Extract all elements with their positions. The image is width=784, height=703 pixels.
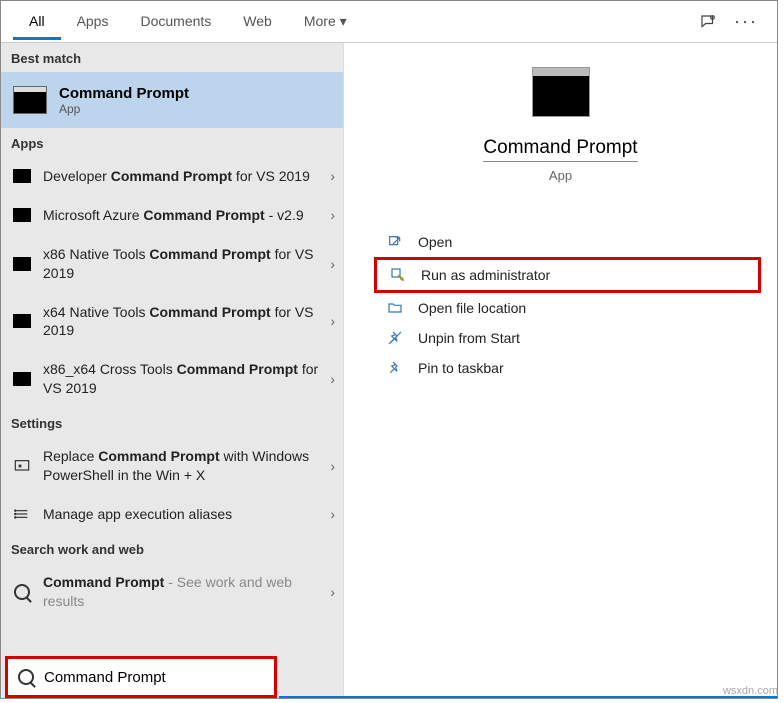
app-result-0[interactable]: Developer Command Prompt for VS 2019 › — [1, 157, 343, 196]
chevron-right-icon[interactable]: › — [330, 458, 335, 474]
header-tabs: All Apps Documents Web More ▾ ··· — [1, 1, 777, 43]
tab-more[interactable]: More ▾ — [288, 3, 363, 40]
chevron-right-icon[interactable]: › — [330, 313, 335, 329]
chevron-right-icon[interactable]: › — [330, 256, 335, 272]
tab-all[interactable]: All — [13, 3, 61, 40]
app-icon — [13, 314, 31, 328]
action-open[interactable]: Open — [374, 227, 761, 257]
open-icon — [384, 234, 406, 250]
app-result-4[interactable]: x86_x64 Cross Tools Command Prompt for V… — [1, 350, 343, 408]
app-result-1[interactable]: Microsoft Azure Command Prompt - v2.9 › — [1, 196, 343, 235]
app-result-2[interactable]: x86 Native Tools Command Prompt for VS 2… — [1, 235, 343, 293]
app-icon — [13, 257, 31, 271]
action-folder[interactable]: Open file location — [374, 293, 761, 323]
swap-icon — [13, 459, 31, 473]
setting-label: Replace Command Prompt with Windows Powe… — [43, 447, 324, 485]
web-result-0[interactable]: Command Prompt - See work and web result… — [1, 563, 343, 621]
selection-underline — [279, 696, 777, 698]
command-prompt-icon — [13, 86, 47, 114]
section-apps: Apps — [1, 128, 343, 157]
search-box[interactable] — [5, 656, 277, 698]
app-label: Microsoft Azure Command Prompt - v2.9 — [43, 206, 324, 225]
action-label: Run as administrator — [421, 267, 550, 283]
setting-result-1[interactable]: Manage app execution aliases › — [1, 495, 343, 534]
tab-documents[interactable]: Documents — [124, 3, 227, 40]
section-settings: Settings — [1, 408, 343, 437]
app-result-3[interactable]: x64 Native Tools Command Prompt for VS 2… — [1, 293, 343, 351]
search-icon — [18, 669, 34, 685]
action-label: Open — [418, 234, 452, 250]
chevron-right-icon[interactable]: › — [330, 584, 335, 600]
detail-panel: Command Prompt App Open Run as administra… — [343, 43, 777, 698]
search-icon — [13, 585, 31, 599]
tab-apps[interactable]: Apps — [61, 3, 125, 40]
setting-label: Manage app execution aliases — [43, 505, 324, 524]
list-icon — [13, 507, 31, 521]
app-label: x64 Native Tools Command Prompt for VS 2… — [43, 303, 324, 341]
chevron-right-icon[interactable]: › — [330, 371, 335, 387]
chevron-right-icon[interactable]: › — [330, 207, 335, 223]
app-icon — [13, 169, 31, 183]
chevron-right-icon[interactable]: › — [330, 506, 335, 522]
detail-title[interactable]: Command Prompt — [483, 137, 637, 162]
app-label: x86_x64 Cross Tools Command Prompt for V… — [43, 360, 324, 398]
feedback-icon[interactable] — [697, 11, 719, 33]
best-match-subtitle: App — [59, 102, 189, 116]
app-label: Developer Command Prompt for VS 2019 — [43, 167, 324, 186]
search-input[interactable] — [44, 669, 264, 686]
action-label: Unpin from Start — [418, 330, 520, 346]
detail-subtitle: App — [360, 168, 761, 183]
folder-icon — [384, 300, 406, 316]
section-web: Search work and web — [1, 534, 343, 563]
action-unpin[interactable]: Unpin from Start — [374, 323, 761, 353]
detail-app-icon — [532, 67, 590, 117]
action-label: Pin to taskbar — [418, 360, 504, 376]
app-icon — [13, 208, 31, 222]
web-label: Command Prompt - See work and web result… — [43, 573, 324, 611]
section-best-match: Best match — [1, 43, 343, 72]
action-admin[interactable]: Run as administrator — [374, 257, 761, 293]
pin-icon — [384, 360, 406, 376]
app-label: x86 Native Tools Command Prompt for VS 2… — [43, 245, 324, 283]
unpin-icon — [384, 330, 406, 346]
action-label: Open file location — [418, 300, 526, 316]
chevron-right-icon[interactable]: › — [330, 168, 335, 184]
watermark: wsxdn.com — [723, 685, 778, 697]
results-panel: Best match Command Prompt App Apps Devel… — [1, 43, 343, 698]
admin-icon — [387, 267, 409, 283]
action-pin[interactable]: Pin to taskbar — [374, 353, 761, 383]
best-match-item[interactable]: Command Prompt App — [1, 72, 343, 128]
app-icon — [13, 372, 31, 386]
tab-web[interactable]: Web — [227, 3, 288, 40]
best-match-title: Command Prompt — [59, 85, 189, 102]
more-options-icon[interactable]: ··· — [735, 11, 757, 33]
setting-result-0[interactable]: Replace Command Prompt with Windows Powe… — [1, 437, 343, 495]
